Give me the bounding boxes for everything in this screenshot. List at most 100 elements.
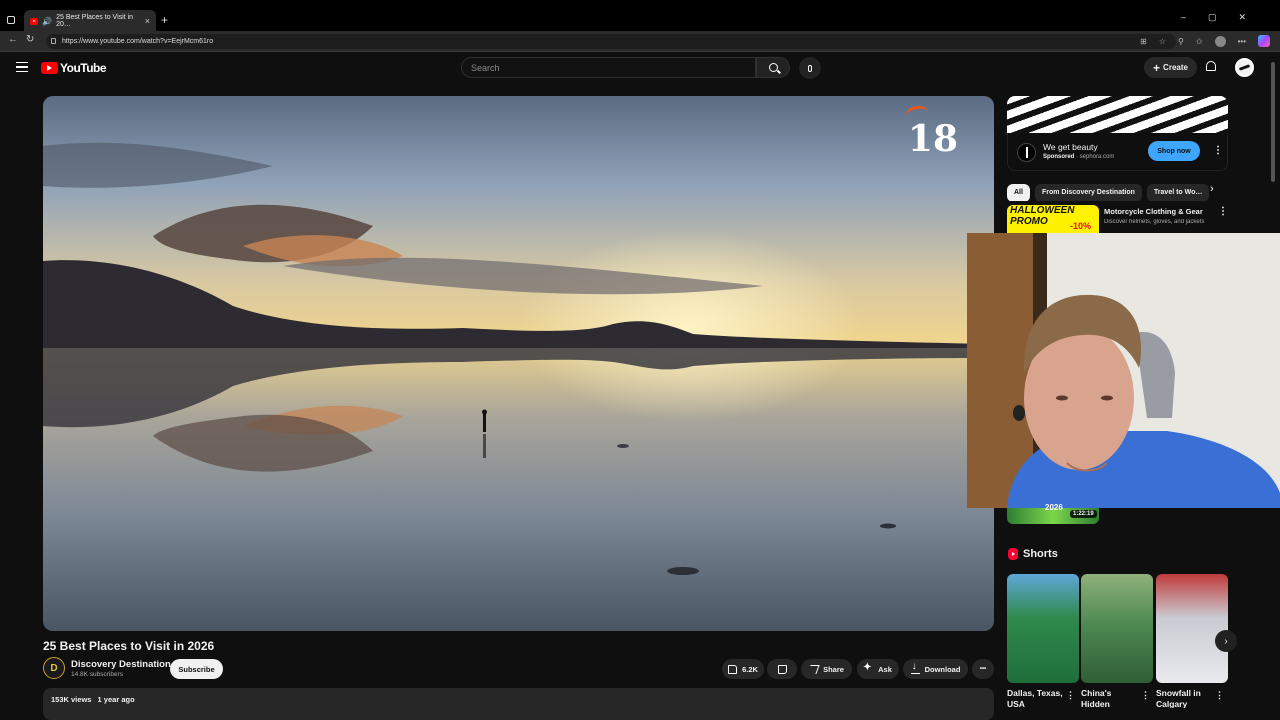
shop-now-button[interactable]: Shop now (1148, 141, 1200, 161)
sparkle-icon (863, 662, 873, 674)
chips-next-arrow-icon[interactable]: › (1210, 183, 1214, 195)
search-placeholder: Search (471, 62, 500, 73)
publish-date: 1 year ago (97, 695, 135, 704)
recommended-more-icon[interactable]: ⋮ (1218, 206, 1228, 217)
chip-from-channel[interactable]: From Discovery Destination (1034, 184, 1142, 201)
video-player[interactable]: 18 (43, 96, 994, 631)
video-frame-salt-flat-sunset (43, 96, 994, 631)
like-count: 6.2K (742, 664, 758, 674)
ad-sponsored-label: Sponsored (1043, 154, 1075, 160)
split-screen-icon[interactable]: ⊞ (1140, 37, 1147, 46)
create-label: Create (1163, 63, 1188, 72)
video-duration: 1:22:19 (1070, 510, 1097, 518)
ask-button[interactable]: Ask (857, 659, 899, 679)
dislike-button[interactable] (767, 659, 797, 679)
view-count: 153K views (51, 695, 92, 704)
thumbs-down-icon (777, 664, 787, 674)
short-more-icon[interactable]: ⋮ (1215, 690, 1224, 701)
toolbar-icons: ⊞ ☆ ⚲ ✩ ••• (1140, 35, 1270, 47)
page-scrollbar[interactable] (1270, 54, 1276, 720)
youtube-play-icon (41, 62, 58, 74)
scrollbar-thumb[interactable] (1271, 62, 1275, 182)
download-button[interactable]: Download (903, 659, 968, 679)
webcam-person-image (967, 233, 1280, 508)
copilot-icon[interactable] (1258, 35, 1270, 47)
minimize-button[interactable]: – (1181, 12, 1186, 23)
like-button[interactable]: 6.2K (722, 659, 764, 679)
short-thumbnail-dallas[interactable] (1007, 574, 1079, 683)
short-thumbnail-calgary[interactable] (1156, 574, 1228, 683)
more-actions-button[interactable]: ••• (972, 659, 994, 679)
menu-dots-icon[interactable]: ••• (1238, 37, 1246, 46)
youtube-favicon-icon (30, 17, 39, 25)
ad-more-icon[interactable]: ⋮ (1213, 145, 1223, 156)
share-button[interactable]: Share (801, 659, 852, 679)
search-button[interactable] (756, 57, 790, 78)
short-title-dallas[interactable]: Dallas, Texas, USA (1007, 688, 1067, 708)
recommended-title[interactable]: Motorcycle Clothing & Gear (1104, 207, 1203, 216)
recommended-thumbnail[interactable]: HALLOWEEN PROMO -10% (1007, 205, 1099, 233)
chip-travel[interactable]: Travel to Wo… (1146, 184, 1210, 201)
shorts-title: Shorts (1023, 548, 1058, 560)
create-button[interactable]: + Create (1144, 57, 1197, 78)
video-title: 25 Best Places to Visit in 2026 (43, 639, 215, 653)
ad-title: We get beauty (1043, 142, 1098, 152)
close-window-button[interactable]: ✕ (1238, 12, 1246, 23)
share-icon (807, 664, 820, 674)
voice-search-button[interactable] (799, 57, 821, 79)
speaker-icon[interactable]: 🔊 (42, 17, 52, 26)
favorite-star-icon[interactable]: ☆ (1159, 37, 1166, 46)
short-title-calgary[interactable]: Snowfall in Calgary (1156, 688, 1216, 708)
window-controls: – ▢ ✕ (1181, 12, 1280, 23)
maximize-button[interactable]: ▢ (1208, 12, 1217, 23)
browser-titlebar: 🔊 25 Best Places to Visit in 20… × + – ▢… (0, 0, 1280, 32)
download-label: Download (924, 664, 961, 674)
url-field[interactable]: https://www.youtube.com/watch?v=EejrMcm6… (46, 34, 1176, 49)
youtube-masthead: YouTube Search + Create (0, 52, 1280, 86)
shorts-next-arrow-icon[interactable]: › (1215, 630, 1237, 652)
ask-label: Ask (878, 664, 892, 674)
ad-sponsor-line: Sponsored · sephora.com (1043, 154, 1114, 160)
browser-tab-active[interactable]: 🔊 25 Best Places to Visit in 20… × (24, 10, 156, 32)
short-more-icon[interactable]: ⋮ (1066, 690, 1075, 701)
description-box[interactable]: 153K views 1 year ago (43, 688, 994, 720)
hamburger-menu-icon[interactable] (16, 62, 28, 72)
new-tab-button[interactable]: + (161, 13, 168, 27)
short-title-china[interactable]: China's Hidden (1081, 688, 1141, 708)
favorites-icon[interactable]: ✩ (1196, 37, 1203, 46)
account-avatar[interactable] (1235, 58, 1254, 77)
notifications-bell-icon[interactable] (1206, 61, 1216, 71)
rec2-partial-text: 2026 (1045, 503, 1063, 512)
thumbs-up-icon (728, 664, 738, 674)
channel-avatar[interactable]: D (43, 657, 65, 679)
profile-avatar-icon[interactable] (1214, 35, 1226, 47)
tab-title: 25 Best Places to Visit in 20… (56, 14, 134, 28)
subscribe-button[interactable]: Subscribe (170, 659, 223, 679)
short-more-icon[interactable]: ⋮ (1141, 690, 1150, 701)
shorts-logo-icon (1008, 548, 1018, 560)
thumb-text-halloween: HALLOWEEN (1010, 205, 1075, 216)
short-thumbnail-china[interactable] (1081, 574, 1153, 683)
tab-close-icon[interactable]: × (145, 16, 150, 26)
subscriber-count: 14.8K subscribers (71, 671, 124, 678)
extensions-icon[interactable]: ⚲ (1178, 37, 1184, 46)
youtube-wordmark: YouTube (60, 61, 107, 75)
age-rating-badge: 18 (907, 118, 958, 160)
download-icon (910, 661, 920, 674)
ad-domain: · sephora.com (1076, 154, 1115, 160)
channel-name[interactable]: Discovery Destination (71, 659, 171, 670)
refresh-icon[interactable]: ↻ (26, 34, 34, 45)
share-label: Share (823, 664, 844, 674)
recommended-description: Discover helmets, gloves, and jackets (1104, 219, 1205, 225)
thumb-text-discount: -10% (1069, 221, 1091, 231)
back-arrow-icon[interactable]: ← (8, 34, 18, 45)
search-input[interactable]: Search (461, 57, 756, 78)
search-icon (768, 63, 778, 72)
tab-actions-icon[interactable] (7, 16, 15, 24)
youtube-logo[interactable]: YouTube (41, 61, 107, 75)
microphone-icon (808, 64, 812, 72)
ad-card[interactable]: We get beauty Sponsored · sephora.com Sh… (1007, 133, 1228, 171)
ad-banner-image[interactable] (1007, 96, 1228, 133)
chip-all[interactable]: All (1007, 184, 1030, 201)
shorts-header: Shorts (1008, 548, 1058, 560)
